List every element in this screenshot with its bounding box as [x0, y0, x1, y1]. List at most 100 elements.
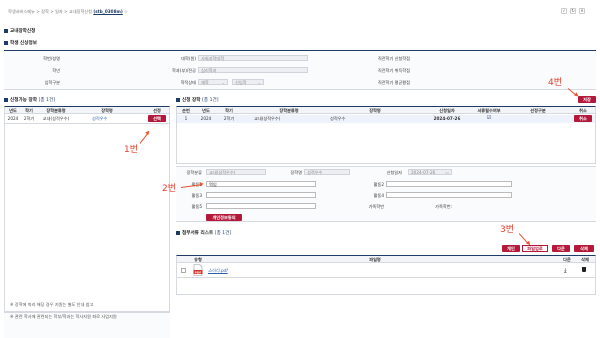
row-category: 교내(성적우수) — [254, 116, 281, 121]
student-info-title: 학생 신상정보 — [4, 40, 37, 46]
favorite-star-icon[interactable]: ☆ — [124, 9, 128, 14]
col-term: 학기 — [25, 108, 33, 113]
label-activity-2: 활동2 — [373, 182, 384, 187]
label-family-no: 가족학번 — [368, 204, 384, 209]
row-no: 1 — [184, 116, 188, 121]
row-year: 2024 — [200, 116, 212, 121]
section-marker-icon — [4, 97, 8, 102]
col-name: 장학명 — [101, 108, 113, 113]
section-marker-icon — [176, 230, 180, 235]
label-prev-earned: 직전학기 취득학점 — [377, 68, 410, 73]
label-prev-avg: 직전학기 평균평점 — [377, 80, 410, 85]
row-divider — [5, 123, 169, 124]
file-checkbox[interactable] — [181, 268, 186, 273]
notice-text: ※ 장학에 따라 해당 경우 지원는 별도 안내 참고 — [10, 302, 94, 307]
trash-icon[interactable] — [582, 267, 586, 272]
label-apply-date: 신청일자 — [386, 170, 402, 175]
doc-required-checkbox[interactable]: ☑ — [484, 115, 494, 121]
attachments-title: 첨부서류 리스트 [총 1건] — [176, 230, 231, 236]
col-delete: 삭제 — [581, 257, 589, 262]
annotation-4: 4번 — [548, 78, 563, 88]
row-category: 교내(성적우수) — [42, 116, 70, 121]
close-icon[interactable]: ✕ — [579, 8, 585, 14]
breadcrumb: 학생서비스메뉴 > 장학 > 일자 > 교내장학신청 (stb_0308m) ☆ — [8, 9, 128, 15]
col-filename: 파일명 — [369, 257, 381, 262]
label-family-name: 가족학번: — [435, 204, 452, 209]
applied-title: 신청 장학 [총 1건] — [176, 97, 219, 103]
row-term: 2학기 — [223, 116, 235, 121]
label-major: 학과(부)/전공 — [172, 68, 196, 73]
dropdown-chevron-icon: ⌄ — [257, 80, 261, 85]
category-field: 교내(성적우수) — [206, 169, 266, 175]
col-no: 순번 — [182, 108, 190, 113]
status-sub-field: 신입학 ⌄ — [232, 79, 264, 85]
col-cancel: 취소 — [579, 108, 587, 113]
scholarship-name-field: 성적우수 — [304, 169, 350, 175]
apply-date-field: 2024-07-26 ▭ — [408, 169, 452, 175]
download-button[interactable]: 다운 — [552, 245, 570, 252]
annotation-2: 2번 — [162, 184, 177, 194]
annotation-1: 1번 — [124, 145, 139, 155]
privacy-consent-button[interactable]: 개인정보동의 — [206, 214, 242, 221]
activity-1-input[interactable]: 뭐임 — [206, 181, 316, 187]
label-college: 대학(원) — [181, 56, 196, 61]
row-date: 2024-07-26 — [433, 116, 461, 121]
select-button[interactable]: 선택 — [148, 115, 166, 122]
section-marker-icon — [4, 40, 8, 45]
save-button[interactable]: 저장 — [578, 96, 596, 103]
activity-3-input[interactable] — [206, 192, 316, 198]
arrow-3-icon — [518, 233, 529, 245]
col-type: 유형 — [194, 257, 202, 262]
page-code: (stb_0308m) — [93, 9, 123, 14]
activity-5-input[interactable] — [206, 203, 316, 209]
file-link[interactable]: 스터디.pdf — [208, 268, 228, 274]
breadcrumb-path: 학생서비스메뉴 > 장학 > 일자 > 교내장학신청 — [8, 9, 93, 14]
label-student-no: 학번/성명 — [43, 56, 60, 61]
personal-button[interactable]: 개인 — [502, 245, 520, 252]
col-date: 신청일자 — [439, 108, 455, 113]
pdf-icon: PDF — [193, 264, 203, 276]
notice-text-2: ※ 관련 학사에 관련되는 학부/학과는 학사지원 파로 사업지원 — [10, 314, 117, 319]
cancel-button[interactable]: 취소 — [574, 115, 592, 122]
col-select: 선정 — [153, 108, 161, 113]
section-marker-icon — [176, 97, 180, 102]
label-activity-5: 활동5 — [191, 204, 202, 209]
col-category: 장학분류명 — [46, 108, 66, 113]
col-name: 장학명 — [369, 108, 381, 113]
activity-2-input[interactable] — [386, 181, 512, 187]
col-term: 학기 — [225, 108, 233, 113]
available-title: 신청가능 장학 [총 1건] — [4, 97, 55, 103]
activity-4-input[interactable] — [386, 192, 512, 198]
calendar-icon[interactable]: ▭ — [445, 170, 449, 175]
file-upload-button[interactable]: 파일업로 — [522, 245, 548, 252]
row-name: 성적우수 — [330, 116, 346, 121]
download-icon[interactable]: ⤓ — [564, 267, 567, 275]
delete-button[interactable]: 삭제 — [574, 245, 594, 252]
col-year: 년도 — [9, 108, 17, 113]
label-prev-credits: 직전학기 신청학점 — [377, 56, 410, 61]
svg-text:PDF: PDF — [195, 270, 202, 274]
col-download: 다운 — [563, 257, 571, 262]
col-doc-required: 서류필수여부 — [477, 108, 501, 113]
check-icon[interactable]: ✓ — [561, 8, 567, 14]
label-category: 장학분류 — [186, 170, 202, 175]
col-category: 장학분류명 — [279, 108, 299, 113]
row-name: 성적우수 — [92, 116, 108, 121]
college-field: 사회과학대학 — [198, 55, 308, 61]
row-divider — [177, 277, 595, 278]
label-activity-4: 활동4 — [373, 193, 384, 198]
label-scholarship-name: 장학명 — [290, 170, 302, 175]
dropdown-chevron-icon: ⌄ — [221, 80, 225, 85]
refresh-icon[interactable]: ↻ — [570, 8, 576, 14]
label-activity-3: 활동3 — [191, 193, 202, 198]
page-title: 교내장학신청 — [4, 28, 35, 34]
title-marker-icon — [4, 28, 8, 33]
status-field: 재학 ⌄ — [198, 79, 228, 85]
major-field: 심리학과 — [198, 67, 308, 73]
label-grade: 학년 — [52, 68, 60, 73]
label-enroll-type: 입학구분 — [44, 80, 60, 85]
row-year: 2024 — [7, 116, 19, 121]
row-term: 2학기 — [23, 116, 35, 121]
annotation-3: 3번 — [500, 225, 515, 235]
col-selection: 선정구분 — [530, 108, 546, 113]
